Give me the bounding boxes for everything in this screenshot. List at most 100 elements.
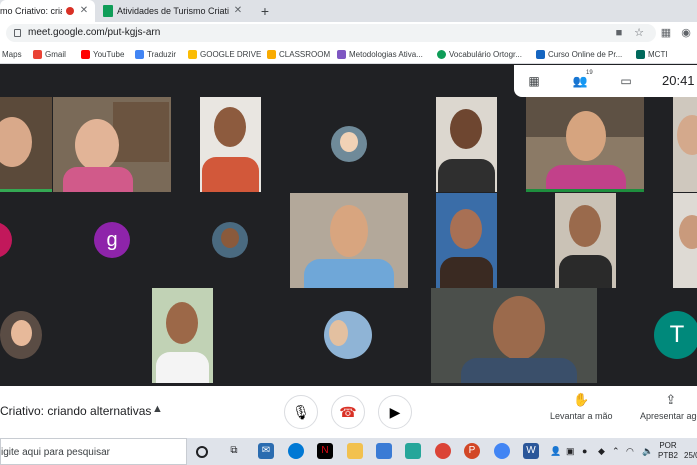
participant-tile[interactable] <box>526 97 644 192</box>
raise-hand-label: Levantar a mão <box>550 411 613 421</box>
sheets-icon <box>103 5 113 17</box>
language-indicator[interactable]: POR PTB2 <box>658 441 678 461</box>
participant-video <box>677 115 697 155</box>
extensions-icon[interactable]: ▦ <box>659 26 673 40</box>
bookmark-label: Traduzir <box>147 49 177 59</box>
participant-tile[interactable] <box>53 97 171 192</box>
participant-video <box>438 159 495 192</box>
participant-tile[interactable] <box>673 97 697 192</box>
participant-tile[interactable] <box>200 97 261 192</box>
end-call-button[interactable]: ☎ <box>331 395 365 429</box>
participant-tile[interactable] <box>0 97 52 192</box>
participant-avatar-g[interactable]: g <box>94 222 130 258</box>
bookmark-label: Vocabulário Ortogr... <box>449 49 522 59</box>
participant-avatar[interactable] <box>212 222 248 258</box>
hand-icon: ✋ <box>573 392 590 407</box>
close-tab-icon[interactable]: ✕ <box>232 5 244 17</box>
chat-icon[interactable]: ▭ <box>618 73 634 89</box>
present-now-button[interactable]: ⇪ Apresentar ago <box>640 392 697 421</box>
participant-photo <box>10 319 32 347</box>
tray-app-icon[interactable]: ▣ <box>566 446 575 457</box>
participant-avatar[interactable] <box>0 311 42 359</box>
microphone-button[interactable]: 🎙 <box>284 395 318 429</box>
language-top: POR <box>659 441 677 450</box>
folder-icon[interactable] <box>347 443 363 459</box>
participant-avatar-t[interactable]: T <box>654 311 697 359</box>
layout-icon[interactable]: ▦ <box>526 73 542 89</box>
bookmark-label: Curso Online de Pr... <box>548 49 623 59</box>
participant-tile[interactable] <box>436 193 497 288</box>
participant-video <box>493 296 545 360</box>
tab-meet[interactable]: mo Criativo: crian ✕ <box>0 0 95 22</box>
bookmark-label: CLASSROOM <box>279 49 331 59</box>
bookmark-youtube[interactable]: YouTube <box>81 48 124 60</box>
taskbar-search[interactable]: igite aqui para pesquisar <box>0 438 187 465</box>
participant-tile[interactable] <box>290 193 408 288</box>
camera-icon: ▶ <box>389 403 401 420</box>
bookmark-classroom[interactable]: CLASSROOM <box>267 48 330 60</box>
windows-taskbar: igite aqui para pesquisar ⧉ ✉ N P W 👤 ▣ … <box>0 438 697 465</box>
system-date: 25/0 <box>684 451 697 460</box>
powerpoint-icon[interactable]: P <box>464 443 480 459</box>
task-view-icon[interactable]: ⧉ <box>226 443 242 459</box>
microphone-icon: 🎙 <box>292 403 310 420</box>
participant-video <box>450 109 482 149</box>
participant-tile[interactable] <box>152 288 213 383</box>
present-icon: ⇪ <box>665 392 677 407</box>
screen: mo Criativo: crian ✕ Atividades de Turis… <box>0 0 697 465</box>
camera-button[interactable]: ▶ <box>378 395 412 429</box>
tray-app-icon[interactable]: ◆ <box>598 446 605 457</box>
chevron-up-icon[interactable]: ⌃ <box>612 446 620 457</box>
participant-tile[interactable] <box>673 193 697 288</box>
participant-avatar[interactable] <box>331 126 367 162</box>
wifi-icon[interactable]: ◠ <box>626 446 634 457</box>
chrome-icon[interactable] <box>435 443 451 459</box>
meeting-title[interactable]: Criativo: criando alternativas <box>0 404 151 418</box>
word-icon[interactable]: W <box>523 443 539 459</box>
bookmark-vocabulario[interactable]: Vocabulário Ortogr... <box>437 48 522 60</box>
volume-icon[interactable]: 🔈 <box>642 446 653 457</box>
bookmark-label: GOOGLE DRIVE <box>200 49 262 59</box>
participant-count: 19 <box>586 70 593 76</box>
store-icon[interactable] <box>376 443 392 459</box>
participant-video <box>304 259 394 288</box>
mail-icon[interactable]: ✉ <box>258 443 274 459</box>
tray-app-icon[interactable]: ● <box>582 446 587 456</box>
bookmark-icon <box>437 49 446 59</box>
netflix-icon[interactable]: N <box>317 443 333 459</box>
browser-toolbar: meet.google.com/put-kgjs-arn ■ ☆ ▦ ◉ <box>0 22 697 44</box>
bookmark-metodologias[interactable]: Metodologias Ativa... <box>337 48 423 60</box>
close-tab-icon[interactable]: ✕ <box>78 5 90 17</box>
app-icon[interactable] <box>405 443 421 459</box>
participant-tile[interactable] <box>555 193 616 288</box>
participant-video <box>559 255 612 288</box>
bookmark-drive[interactable]: GOOGLE DRIVE <box>188 48 261 60</box>
search-placeholder: igite aqui para pesquisar <box>1 447 110 458</box>
chrome-icon[interactable] <box>494 443 510 459</box>
url-text: meet.google.com/put-kgjs-arn <box>28 27 161 38</box>
lock-icon <box>14 29 21 37</box>
raise-hand-button[interactable]: ✋ Levantar a mão <box>550 392 613 421</box>
bookmark-maps[interactable]: Maps <box>2 48 22 60</box>
chevron-up-icon[interactable]: ▲ <box>152 403 163 415</box>
meet-info-panel: ▦ 👥 19 ▭ 20:41 <box>514 65 697 97</box>
bookmark-mcti[interactable]: MCTI <box>636 48 668 60</box>
bookmark-traduzir[interactable]: Traduzir <box>135 48 176 60</box>
participant-video <box>202 157 259 192</box>
bookmark-curso[interactable]: Curso Online de Pr... <box>536 48 622 60</box>
people-tray-icon[interactable]: 👤 <box>550 446 561 457</box>
participant-tile[interactable] <box>431 288 597 383</box>
edge-icon[interactable] <box>288 443 304 459</box>
new-tab-button[interactable]: + <box>257 2 273 20</box>
star-icon[interactable]: ☆ <box>632 26 646 40</box>
tab-atividades[interactable]: Atividades de Turismo Criativo: c ✕ <box>99 0 249 22</box>
bookmark-gmail[interactable]: Gmail <box>33 48 66 60</box>
participant-avatar[interactable] <box>324 311 372 359</box>
profile-icon[interactable]: ◉ <box>679 26 693 40</box>
participant-avatar[interactable] <box>0 222 12 258</box>
cortana-icon[interactable] <box>196 446 208 458</box>
participant-tile[interactable] <box>436 97 497 192</box>
address-bar[interactable]: meet.google.com/put-kgjs-arn ■ ☆ <box>6 24 656 42</box>
camera-icon[interactable]: ■ <box>612 26 626 40</box>
bookmark-label: Gmail <box>45 49 66 59</box>
